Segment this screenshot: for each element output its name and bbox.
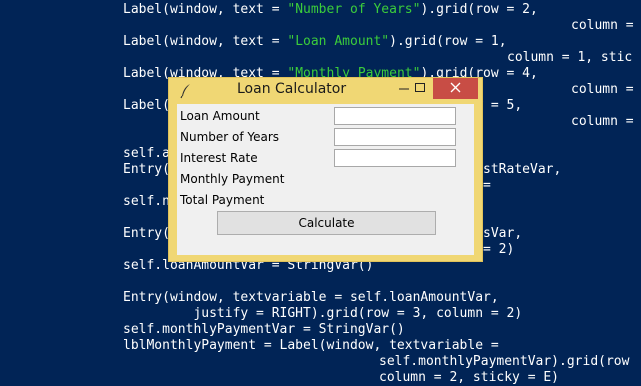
maximize-button[interactable]	[405, 78, 435, 99]
code-line: column =	[571, 18, 634, 34]
string-literal: "Loan Amount"	[287, 34, 390, 49]
loan-amount-label: Loan Amount	[180, 109, 260, 123]
code-text: Entry(window, textvariable = self.loanAm…	[123, 290, 499, 305]
total-payment-label: Total Payment	[180, 193, 265, 207]
window-title: Loan Calculator	[237, 81, 347, 97]
code-line: column =	[571, 114, 634, 130]
code-text: justify = RIGHT).grid(row = 3, column = …	[123, 306, 523, 321]
code-text: lblMonthlyPayment = Label(window, textva…	[123, 338, 499, 353]
code-text: column = 1, stic	[507, 50, 633, 65]
monthly-payment-label: Monthly Payment	[180, 172, 285, 186]
code-text: Label(window, text =	[123, 2, 288, 17]
number-of-years-label: Number of Years	[180, 130, 280, 144]
code-text: column = 2, sticky = E)	[379, 370, 560, 385]
code-line: self.monthlyPaymentVar = StringVar()	[123, 322, 405, 338]
code-text: column =	[571, 114, 634, 129]
interest-rate-label: Interest Rate	[180, 151, 258, 165]
interest-rate-input[interactable]	[334, 149, 456, 167]
close-icon	[450, 82, 461, 93]
code-text: column =	[571, 18, 634, 33]
maximize-icon	[415, 83, 425, 92]
code-text: ).grid(row = 2,	[420, 2, 538, 17]
title-bar[interactable]: Loan Calculator	[169, 78, 482, 103]
loan-calculator-window: Loan Calculator Loan Amount Number of Ye…	[168, 77, 483, 262]
calculate-button[interactable]: Calculate	[217, 211, 436, 235]
code-line: column =	[571, 82, 634, 98]
loan-amount-input[interactable]	[334, 107, 456, 125]
code-line: Label(window, text = "Loan Amount").grid…	[123, 34, 507, 50]
code-line: column = 2, sticky = E)	[379, 370, 559, 386]
code-line: justify = RIGHT).grid(row = 3, column = …	[123, 306, 522, 322]
code-line: Entry(window, textvariable = self.loanAm…	[123, 290, 499, 306]
code-text: self.monthlyPaymentVar = StringVar()	[123, 322, 405, 337]
code-line: lblMonthlyPayment = Label(window, textva…	[123, 338, 499, 354]
code-line: self.monthlyPaymentVar).grid(row	[379, 354, 629, 370]
code-text: Label(window, text =	[123, 34, 288, 49]
code-text: self.monthlyPaymentVar).grid(row	[379, 354, 630, 369]
code-line: Label(window, text = "Number of Years").…	[123, 2, 538, 18]
code-text: column =	[571, 82, 634, 97]
number-of-years-input[interactable]	[334, 128, 456, 146]
code-text: ).grid(row = 1,	[389, 34, 507, 49]
close-button[interactable]	[433, 78, 478, 99]
string-literal: "Number of Years"	[287, 2, 421, 17]
feather-icon	[180, 84, 190, 99]
code-line: column = 1, stic	[507, 50, 632, 66]
window-content: Loan Amount Number of Years Interest Rat…	[177, 104, 474, 255]
